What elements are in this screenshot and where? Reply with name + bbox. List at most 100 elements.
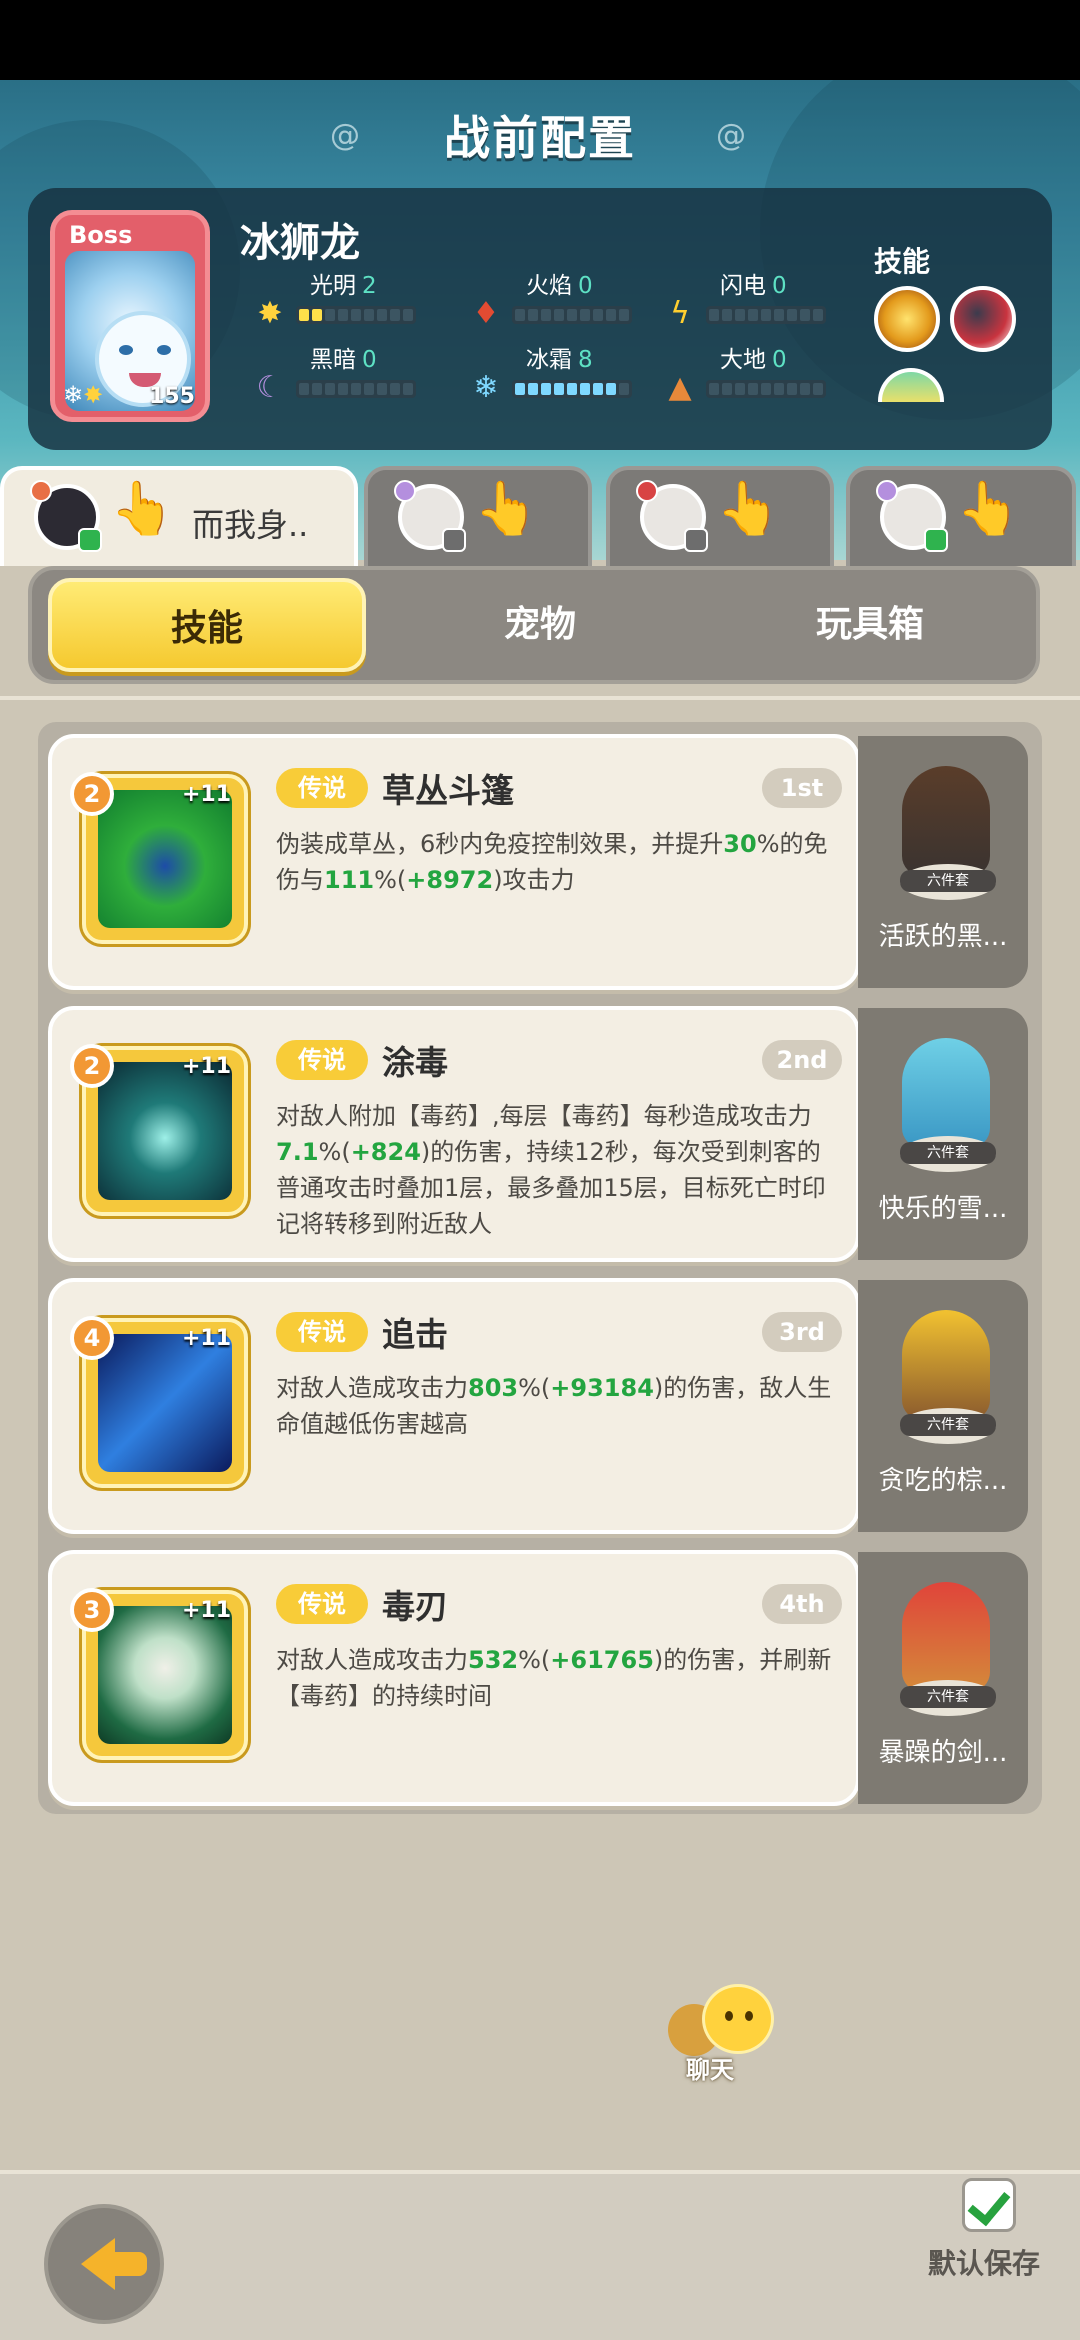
avatar xyxy=(876,480,948,552)
skill-card[interactable]: 4 +11 传说 追击 3rd 对敌人造成攻击力803%(+93184)的伤害，… xyxy=(48,1278,860,1534)
set-badge: 六件套 xyxy=(900,870,996,892)
avatar xyxy=(30,480,102,552)
boss-skill-icon[interactable] xyxy=(878,368,944,402)
skill-card[interactable]: 3 +11 传说 毒刃 4th 对敌人造成攻击力532%(+61765)的伤害，… xyxy=(48,1550,860,1806)
skill-plus: +11 xyxy=(182,1054,232,1079)
default-save-checkbox[interactable] xyxy=(962,2178,1016,2232)
stat-value: 8 xyxy=(578,347,593,373)
hero-tab-4[interactable]: 👆 xyxy=(846,466,1076,566)
avatar xyxy=(636,480,708,552)
skill-name: 追击 xyxy=(382,1315,448,1354)
tab-pets[interactable]: 宠物 xyxy=(382,578,698,672)
boss-skills-label: 技能 xyxy=(874,245,931,278)
stat-dark: ☾ 黑暗 0 xyxy=(252,340,452,410)
badge-icon xyxy=(924,528,948,552)
back-button[interactable] xyxy=(44,2204,164,2324)
stat-value: 0 xyxy=(362,347,377,373)
skill-description: 伪装成草丛，6秒内免疫控制效果，并提升30%的免伤与111%(+8972)攻击力 xyxy=(276,830,828,894)
set-name: 快乐的雪... xyxy=(878,1194,1008,1224)
stat-value: 0 xyxy=(578,273,593,299)
boss-name: 冰狮龙 xyxy=(240,220,360,266)
skill-name: 毒刃 xyxy=(382,1587,448,1626)
skill-order: 4th xyxy=(762,1584,842,1624)
boss-skill-icon[interactable] xyxy=(950,286,1016,352)
skill-level: 2 xyxy=(70,1044,114,1088)
set-name: 活跃的黑... xyxy=(878,922,1008,952)
boss-tag: Boss xyxy=(69,221,133,249)
boss-portrait[interactable]: Boss ❄✸ 155 xyxy=(50,210,210,422)
rarity-badge: 传说 xyxy=(276,1312,368,1352)
set-panel[interactable]: 六件套 贪吃的棕... xyxy=(858,1280,1028,1532)
skill-description: 对敌人造成攻击力532%(+61765)的伤害，并刷新【毒药】的持续时间 xyxy=(276,1646,832,1710)
set-panel[interactable]: 六件套 活跃的黑... xyxy=(858,736,1028,988)
skill-description: 对敌人造成攻击力803%(+93184)的伤害，敌人生命值越低伤害越高 xyxy=(276,1374,832,1438)
boss-level: 155 xyxy=(149,384,195,409)
badge-icon xyxy=(684,528,708,552)
tap-hand-icon: 👆 xyxy=(956,479,1021,539)
stat-value: 0 xyxy=(772,273,787,299)
swirl-icon: @ xyxy=(716,118,746,153)
poison-drop-icon xyxy=(98,1062,232,1200)
set-panel[interactable]: 六件套 快乐的雪... xyxy=(858,1008,1028,1260)
avatar xyxy=(394,480,466,552)
skill-card[interactable]: 2 +11 传说 涂毒 2nd 对敌人附加【毒药】,每层【毒药】每秒造成攻击力7… xyxy=(48,1006,860,1262)
snowflake-icon: ❄ xyxy=(473,370,499,405)
badge-icon xyxy=(442,528,466,552)
earth-icon: ▲ xyxy=(668,370,692,405)
chat-smiley-icon xyxy=(702,1984,774,2054)
stat-bar xyxy=(296,380,416,398)
page-title: 战前配置 xyxy=(444,111,636,165)
skill-description: 对敌人附加【毒药】,每层【毒药】每秒造成攻击力7.1%(+824)的伤害，持续1… xyxy=(276,1102,826,1238)
boss-skill-icon[interactable] xyxy=(874,286,940,352)
chat-label: 聊天 xyxy=(686,2056,734,2084)
set-badge: 六件套 xyxy=(900,1142,996,1164)
pursuit-slash-icon xyxy=(98,1334,232,1472)
rarity-badge: 传说 xyxy=(276,1584,368,1624)
set-name: 暴躁的剑... xyxy=(878,1738,1008,1768)
skill-card[interactable]: 2 +11 传说 草丛斗篷 1st 伪装成草丛，6秒内免疫控制效果，并提升30%… xyxy=(48,734,860,990)
bear-figure-icon xyxy=(902,1310,990,1420)
badge-icon xyxy=(78,528,102,552)
set-name: 贪吃的棕... xyxy=(878,1466,1008,1496)
tap-hand-icon: 👆 xyxy=(716,479,781,539)
element-icon xyxy=(394,480,416,502)
tab-toybox[interactable]: 玩具箱 xyxy=(712,578,1028,672)
boss-panel: Boss ❄✸ 155 冰狮龙 ✸ 光明 2 ♦ 火焰 0 ϟ 闪电 0 ☾ 黑暗 0 … xyxy=(28,188,1052,450)
stat-value: 2 xyxy=(362,273,377,299)
hero-tab-1[interactable]: 👆 而我身.. xyxy=(0,466,358,566)
default-save-label: 默认保存 xyxy=(928,2247,1041,2280)
stat-bar xyxy=(512,306,632,324)
skill-name: 草丛斗篷 xyxy=(382,771,514,810)
stat-fire: ♦ 火焰 0 xyxy=(468,266,668,336)
status-bar xyxy=(0,0,1080,80)
skill-level: 3 xyxy=(70,1588,114,1632)
hero-tab-3[interactable]: 👆 xyxy=(606,466,834,566)
set-badge: 六件套 xyxy=(900,1414,996,1436)
stat-label: 闪电 xyxy=(720,273,766,299)
sun-icon: ✸ xyxy=(257,296,283,331)
stat-label: 光明 xyxy=(310,273,356,299)
stat-bar xyxy=(512,380,632,398)
snow-figure-icon xyxy=(902,1038,990,1148)
divider xyxy=(0,696,1080,700)
grass-cloak-icon xyxy=(98,790,232,928)
back-arrow-icon xyxy=(81,2238,147,2290)
tab-skills[interactable]: 技能 xyxy=(48,578,366,672)
stat-label: 冰霜 xyxy=(526,347,572,373)
hero-name: 而我身.. xyxy=(192,506,309,544)
skill-plus: +11 xyxy=(182,782,232,807)
skill-plus: +11 xyxy=(182,1326,232,1351)
hero-tab-2[interactable]: 👆 xyxy=(364,466,592,566)
set-panel[interactable]: 六件套 暴躁的剑... xyxy=(858,1552,1028,1804)
lightning-icon: ϟ xyxy=(670,296,690,331)
fox-figure-icon xyxy=(902,1582,990,1692)
bottom-bar xyxy=(0,2170,1080,2340)
stat-label: 大地 xyxy=(720,347,766,373)
stat-earth: ▲ 大地 0 xyxy=(662,340,862,410)
element-icons: ❄✸ xyxy=(63,381,104,409)
chat-button[interactable]: 聊天 xyxy=(662,1978,792,2088)
tap-hand-icon: 👆 xyxy=(474,479,539,539)
rarity-badge: 传说 xyxy=(276,1040,368,1080)
skill-order: 1st xyxy=(762,768,842,808)
skill-order: 2nd xyxy=(762,1040,842,1080)
